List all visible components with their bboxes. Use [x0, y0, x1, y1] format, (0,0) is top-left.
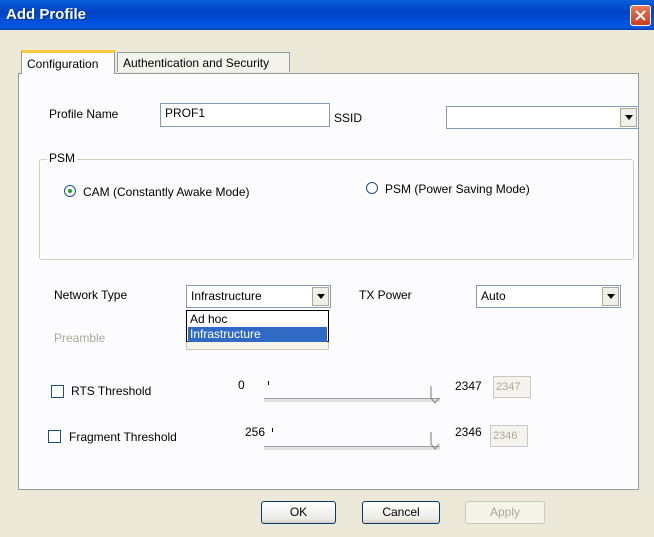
dropdown-option-ad-hoc[interactable]: Ad hoc	[188, 312, 327, 327]
fragment-threshold-checkbox[interactable]	[48, 430, 61, 443]
tab-label: Configuration	[27, 57, 99, 71]
profile-name-label: Profile Name	[49, 107, 119, 121]
rts-slider-track[interactable]	[264, 398, 440, 403]
tab-authentication-security[interactable]: Authentication and Security	[117, 52, 290, 72]
radio-selected-dot	[68, 189, 72, 193]
apply-button[interactable]: Apply	[465, 501, 545, 524]
rts-min-label: 0	[238, 378, 245, 392]
title-bar: Add Profile	[0, 0, 654, 30]
network-type-label: Network Type	[54, 288, 128, 302]
psm-radio[interactable]	[366, 182, 378, 194]
profile-name-input[interactable]: PROF1	[160, 103, 330, 127]
tx-power-value: Auto	[481, 289, 506, 303]
chevron-down-icon	[317, 294, 325, 299]
fragment-min-label: 256	[245, 425, 266, 439]
network-type-value: Infrastructure	[191, 289, 262, 303]
fragment-threshold-label: Fragment Threshold	[69, 430, 177, 444]
fragment-slider-track[interactable]	[264, 446, 440, 451]
psm-label: PSM (Power Saving Mode)	[385, 182, 530, 196]
fragment-slider-thumb[interactable]	[430, 431, 441, 450]
rts-value: 2347	[496, 381, 521, 393]
fragment-slider-tick	[272, 428, 273, 432]
fragment-value-box: 2346	[490, 425, 528, 447]
preamble-label: Preamble	[54, 331, 106, 345]
dropdown-option-infrastructure[interactable]: Infrastructure	[188, 327, 327, 342]
tx-power-label: TX Power	[359, 288, 412, 302]
chevron-down-icon	[625, 115, 633, 120]
ssid-label: SSID	[334, 111, 363, 125]
ssid-combobox[interactable]	[446, 106, 639, 129]
cancel-button[interactable]: Cancel	[362, 501, 440, 524]
network-type-dropdown-list: Ad hoc Infrastructure	[186, 310, 329, 342]
rts-threshold-label: RTS Threshold	[71, 384, 152, 398]
rts-slider-thumb[interactable]	[430, 385, 441, 404]
cam-radio[interactable]	[64, 185, 76, 197]
ok-button[interactable]: OK	[261, 501, 336, 524]
rts-slider-tick	[268, 381, 269, 385]
network-type-combobox[interactable]: Infrastructure	[186, 285, 331, 308]
chevron-down-icon	[607, 294, 615, 299]
close-button[interactable]	[630, 5, 651, 26]
window-title: Add Profile	[6, 6, 87, 23]
psm-group-title: PSM	[47, 151, 78, 165]
tab-configuration[interactable]: Configuration	[21, 50, 115, 74]
psm-groupbox	[39, 159, 634, 260]
tab-label: Authentication and Security	[123, 56, 270, 70]
fragment-max-label: 2346	[455, 425, 482, 439]
cam-label: CAM (Constantly Awake Mode)	[83, 185, 250, 199]
ssid-dropdown-button[interactable]	[620, 108, 637, 127]
rts-threshold-checkbox[interactable]	[51, 385, 64, 398]
configuration-panel	[18, 73, 639, 490]
fragment-value: 2346	[493, 430, 518, 442]
profile-name-value: PROF1	[165, 106, 206, 120]
rts-max-label: 2347	[455, 379, 482, 393]
close-icon	[635, 10, 646, 21]
tx-power-dropdown-button[interactable]	[602, 287, 619, 306]
network-type-dropdown-button[interactable]	[312, 287, 329, 306]
tx-power-combobox[interactable]: Auto	[476, 285, 621, 308]
rts-value-box: 2347	[493, 376, 531, 398]
